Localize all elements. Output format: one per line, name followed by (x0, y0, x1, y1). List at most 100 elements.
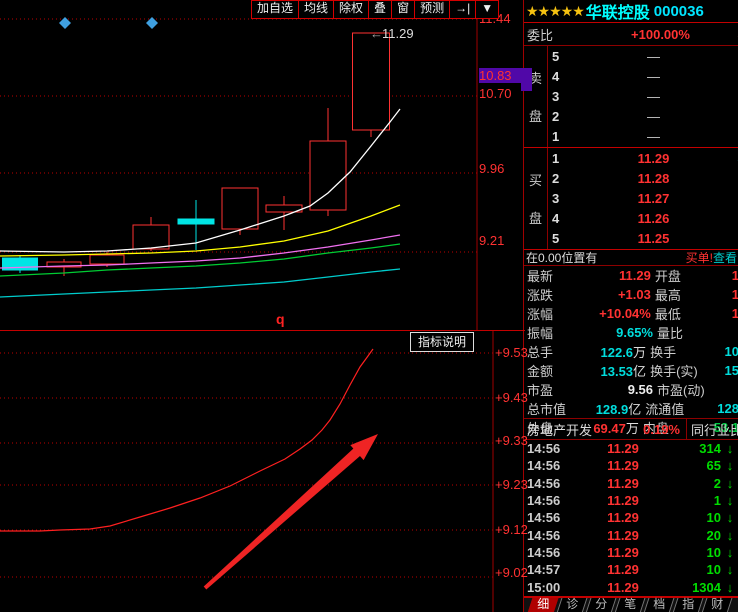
buy-label-char: 盘 (529, 208, 542, 227)
trend-arrow-shaft (204, 448, 361, 589)
down-arrow-icon: ↓ (721, 528, 738, 543)
level-price: — (568, 69, 738, 84)
stat-label: 最低 (651, 304, 718, 323)
tick-price: 11.29 (571, 441, 675, 456)
level-price: 11.27 (568, 191, 738, 206)
axis-label: +9.33 (495, 433, 541, 448)
stat-row: 金额13.53亿换手(实)15 (524, 361, 738, 380)
stat-label: 最高 (651, 285, 718, 304)
stat-value: 1 (718, 287, 738, 302)
axis-label: 10.70 (479, 86, 525, 101)
tick-volume: 10 (675, 510, 721, 525)
level-number: 4 (548, 69, 568, 84)
ma-yellow (0, 205, 400, 256)
axis-label: 9.96 (479, 161, 525, 176)
toolbar-button-预测[interactable]: 预测 (414, 1, 449, 18)
ask-row[interactable]: 5— (548, 46, 738, 66)
axis-label: 10.83 (479, 68, 525, 83)
sell-book-label: 卖盘 (524, 46, 548, 147)
sector-name[interactable]: 房地产开发 (524, 420, 643, 439)
notice-text: 在0.00位置有 (526, 249, 686, 266)
ask-row[interactable]: 4— (548, 66, 738, 86)
weibi-label: 委比 (524, 25, 582, 44)
ask-row[interactable]: 3— (548, 86, 738, 106)
stat-row: 涨幅+10.04%最低1 (524, 304, 738, 323)
tick-time: 14:56 (524, 458, 571, 473)
stock-header: ★★★★★ 华联控股 000036 (524, 0, 738, 23)
level-price: 11.28 (568, 171, 738, 186)
peer-compare-link[interactable]: 同行业比 (686, 419, 738, 439)
bid-row[interactable]: 411.26 (548, 209, 738, 229)
tick-price: 11.29 (571, 562, 675, 577)
tick-volume: 20 (675, 528, 721, 543)
tab-label: 财 (705, 598, 729, 611)
last-price-tag: ←11.29 (370, 26, 414, 41)
tab-label: 笔 (618, 598, 642, 611)
tab-笔[interactable]: 笔 (615, 598, 646, 612)
next-page-icon[interactable]: →| (449, 1, 475, 18)
level-number: 2 (548, 109, 568, 124)
bottom-tab-bar: 细诊分笔档指财 (524, 596, 738, 612)
ask-row[interactable]: 1— (548, 127, 738, 147)
level-number: 1 (548, 151, 568, 166)
weibi-row: 委比 +100.00% 32 (524, 23, 738, 46)
tick-price: 11.29 (571, 476, 675, 491)
stat-value: 1 (718, 306, 738, 321)
ask-row[interactable]: 2— (548, 107, 738, 127)
toolbar-button-窗[interactable]: 窗 (391, 1, 414, 18)
candle-body (178, 219, 214, 224)
tick-volume: 1 (675, 493, 721, 508)
toolbar-button-均线[interactable]: 均线 (298, 1, 333, 18)
toolbar-button-加自选[interactable]: 加自选 (252, 1, 298, 18)
tick-price: 11.29 (571, 580, 675, 595)
stock-code: 000036 (654, 3, 704, 20)
chevron-down-icon[interactable]: ▼ (475, 1, 498, 18)
toolbar-button-除权[interactable]: 除权 (333, 1, 368, 18)
last-price-value: 11.29 (382, 26, 414, 41)
level-number: 5 (548, 231, 568, 246)
level-price: 11.29 (568, 151, 738, 166)
stat-value: 1 (718, 268, 738, 283)
stat-label: 换手 (646, 342, 710, 361)
notice-view-link[interactable]: 查看 (713, 249, 737, 266)
axis-label: 9.21 (479, 233, 525, 248)
bid-row[interactable]: 511.25 (548, 229, 738, 249)
buy-label-char: 买 (529, 170, 542, 189)
candle-body (133, 225, 169, 249)
indicator-help-button[interactable]: 指标说明 (410, 332, 474, 352)
tick-volume: 10 (675, 562, 721, 577)
trading-terminal: 加自选均线除权叠窗预测→|▼ ←11.29 q 指标说明 ★★★★★ 华联控股 … (0, 0, 738, 612)
stat-value: +10.04% (578, 306, 651, 321)
notice-alert: 买单! (686, 249, 713, 266)
toolbar-button-叠[interactable]: 叠 (368, 1, 391, 18)
stat-label: 量比 (653, 323, 721, 342)
level-number: 2 (548, 171, 568, 186)
tab-财[interactable]: 财 (702, 598, 733, 612)
tick-volume: 314 (675, 441, 721, 456)
stock-name: 华联控股 (586, 0, 650, 23)
tab-分[interactable]: 分 (586, 598, 617, 612)
level-price: — (568, 129, 738, 144)
level-number: 3 (548, 89, 568, 104)
corner-char: q (276, 311, 285, 327)
stat-label: 振幅 (524, 323, 579, 342)
level-price: — (568, 49, 738, 64)
tab-指[interactable]: 指 (673, 598, 704, 612)
tick-volume: 1304 (675, 580, 721, 595)
tick-row: 14:5711.2910↓ (524, 561, 738, 578)
stat-value: 9.65% (579, 325, 653, 340)
stat-value: 122.6万 (576, 342, 646, 361)
level-number: 3 (548, 191, 568, 206)
left-arrow-icon: ← (370, 26, 381, 41)
tab-细[interactable]: 细 (528, 598, 559, 612)
sector-row: 房地产开发 0.19% 同行业比 (524, 419, 738, 440)
axis-label: +9.12 (495, 522, 541, 537)
tab-诊[interactable]: 诊 (557, 598, 588, 612)
bid-row[interactable]: 211.28 (548, 168, 738, 188)
candle-body (310, 141, 346, 210)
tab-档[interactable]: 档 (644, 598, 675, 612)
bid-row[interactable]: 311.27 (548, 188, 738, 208)
down-arrow-icon: ↓ (721, 441, 738, 456)
chart-divider (0, 330, 525, 331)
bid-row[interactable]: 111.2932 (548, 148, 738, 168)
